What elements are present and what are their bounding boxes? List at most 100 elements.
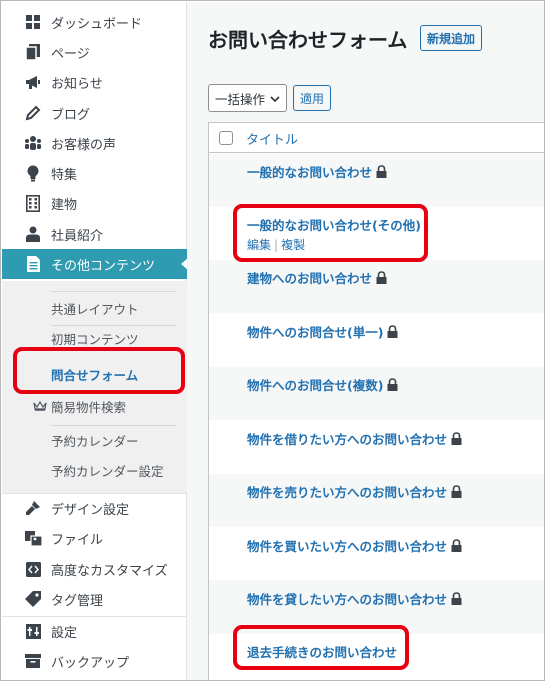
sidebar-item-tag-management[interactable]: タグ管理 [2,584,187,614]
row-title-text: 物件を売りたい方へのお問い合わせ [247,485,448,500]
sidebar-item-label: 社員紹介 [51,228,104,244]
lock-icon [451,539,462,552]
submenu-item-label: 初期コンテンツ [51,331,139,347]
dashboard-icon [24,13,42,31]
sidebar-item-files[interactable]: ファイル [2,523,187,553]
lightbulb-icon [24,164,42,182]
tag-icon [24,590,42,608]
row-title-text: 建物へのお問い合わせ [247,271,373,286]
submenu-item-simple-search[interactable]: 簡易物件検索 [2,391,187,421]
row-action-separator: | [274,238,279,252]
table-row: 物件を借りたい方へのお問い合わせ [209,420,544,474]
forms-table: タイトル 一般的なお問い合わせ 一般的なお問い合わせ(その他) 編集 | 複製 建物… [208,122,544,680]
submenu-item-initial-content[interactable]: 初期コンテンツ [2,323,187,353]
apply-button[interactable]: 適用 [293,85,332,111]
submenu-item-reservation-calendar[interactable]: 予約カレンダー [2,425,187,455]
sidebar-item-pages[interactable]: ページ [2,37,187,67]
row-title-link[interactable]: 建物へのお問い合わせ [247,268,387,287]
table-row: 物件へのお問合せ(複数) [209,367,544,420]
row-title-link[interactable]: 物件を買いたい方へのお問い合わせ [247,536,462,555]
row-title-text: 物件を貸したい方へのお問い合わせ [247,592,448,607]
sidebar-item-news[interactable]: お知らせ [2,67,187,97]
page-icon [24,43,42,61]
pencil-icon [24,104,42,122]
sidebar-item-advanced-customize[interactable]: 高度なカスタマイズ [2,554,187,584]
bulk-action-select[interactable]: 一括操作 [208,84,287,112]
sidebar-item-buildings[interactable]: 建物 [2,188,187,218]
row-title-text: 物件を借りたい方へのお問い合わせ [247,432,448,447]
table-row: 一般的なお問い合わせ [209,154,544,207]
brush-icon [24,499,42,517]
code-icon [24,560,42,578]
sidebar-item-label: その他コンテンツ [51,258,156,274]
row-actions: 編集 | 複製 [247,236,305,253]
megaphone-icon [24,73,42,91]
table-row: 建物へのお問い合わせ [209,260,544,313]
sidebar-item-backup[interactable]: バックアップ [2,646,187,676]
row-title-link[interactable]: 物件へのお問合せ(複数) [247,375,398,394]
sidebar-item-label: バックアップ [51,655,130,671]
column-title-header[interactable]: タイトル [246,129,298,148]
lock-icon [376,271,387,284]
add-new-button[interactable]: 新規追加 [420,25,483,51]
groups-icon [24,134,42,152]
sidebar-item-voices[interactable]: お客様の声 [2,128,187,158]
row-title-text: 物件へのお問合せ(単一) [247,325,384,340]
row-title-text: 一般的なお問い合わせ(その他) [247,218,421,233]
row-title-link[interactable]: 一般的なお問い合わせ [247,162,387,181]
page-title: お問い合わせフォーム [208,28,408,52]
submenu-item-common-layout[interactable]: 共通レイアウト [2,293,187,323]
person-icon [24,225,42,243]
lock-icon [451,592,462,605]
row-title-link[interactable]: 物件へのお問合せ(単一) [247,322,398,341]
sidebar-item-label: タグ管理 [51,593,104,609]
submenu-item-reservation-settings[interactable]: 予約カレンダー設定 [2,455,187,485]
sidebar-item-label: 建物 [51,197,78,213]
row-title-link[interactable]: 一般的なお問い合わせ(その他) [247,215,421,234]
admin-sidebar: ダッシュボード ページ お知らせ ブログ お客様の声 特集 建物 社員紹介 その… [2,2,188,680]
submenu-item-label: 問合せフォーム [51,367,139,383]
submenu-item-label: 簡易物件検索 [51,399,127,415]
submenu-item-label: 予約カレンダー [51,433,139,449]
lock-icon [376,165,387,178]
submenu-item-label: 予約カレンダー設定 [51,463,164,479]
sidebar-item-blog[interactable]: ブログ [2,98,187,128]
sidebar-item-other-content[interactable]: その他コンテンツ [2,249,188,279]
table-row: 一般的なお問い合わせ(その他) 編集 | 複製 [209,207,544,260]
sidebar-item-label: デザイン設定 [51,502,130,518]
sidebar-item-label: ファイル [51,532,104,548]
row-title-text: 物件へのお問合せ(複数) [247,378,384,393]
table-row: 退去手続きのお問い合わせ [209,634,544,680]
row-title-link[interactable]: 物件を貸したい方へのお問い合わせ [247,589,462,608]
submenu-divider [51,291,176,292]
edit-link[interactable]: 編集 [247,238,271,252]
table-row: 物件へのお問合せ(単一) [209,313,544,367]
row-title-link[interactable]: 物件を借りたい方へのお問い合わせ [247,429,462,448]
lock-icon [387,378,398,391]
duplicate-link[interactable]: 複製 [281,238,305,252]
sidebar-item-label: お客様の声 [51,137,117,153]
screenshot-frame: ダッシュボード ページ お知らせ ブログ お客様の声 特集 建物 社員紹介 その… [0,0,545,681]
sidebar-item-label: ページ [51,46,90,62]
sidebar-item-label: お知らせ [51,76,103,92]
sidebar-item-label: 高度なカスタマイズ [51,563,168,579]
row-title-text: 物件を買いたい方へのお問い合わせ [247,539,448,554]
table-row: 物件を貸したい方へのお問い合わせ [209,580,544,634]
crown-icon [32,398,48,414]
submenu-item-contact-form[interactable]: 問合せフォーム [2,359,187,389]
archive-icon [24,652,42,670]
sidebar-item-settings[interactable]: 設定 [2,616,187,646]
sidebar-item-design-settings[interactable]: デザイン設定 [2,493,187,523]
main-content: お問い合わせフォーム 新規追加 一括操作 適用 タイトル 一般的なお問い合わせ [187,2,544,680]
row-title-link[interactable]: 退去手続きのお問い合わせ [247,642,397,661]
bulk-action-label: 一括操作 [215,91,266,107]
table-row: 物件を買いたい方へのお問い合わせ [209,527,544,580]
row-title-link[interactable]: 物件を売りたい方へのお問い合わせ [247,482,462,501]
sidebar-item-staff[interactable]: 社員紹介 [2,219,187,249]
settings-icon [24,622,42,640]
select-all-checkbox[interactable] [219,131,233,145]
sidebar-item-label: ブログ [51,107,91,123]
sidebar-item-dashboard[interactable]: ダッシュボード [2,7,187,37]
sidebar-item-features[interactable]: 特集 [2,158,187,188]
sidebar-item-label: 設定 [51,625,78,641]
